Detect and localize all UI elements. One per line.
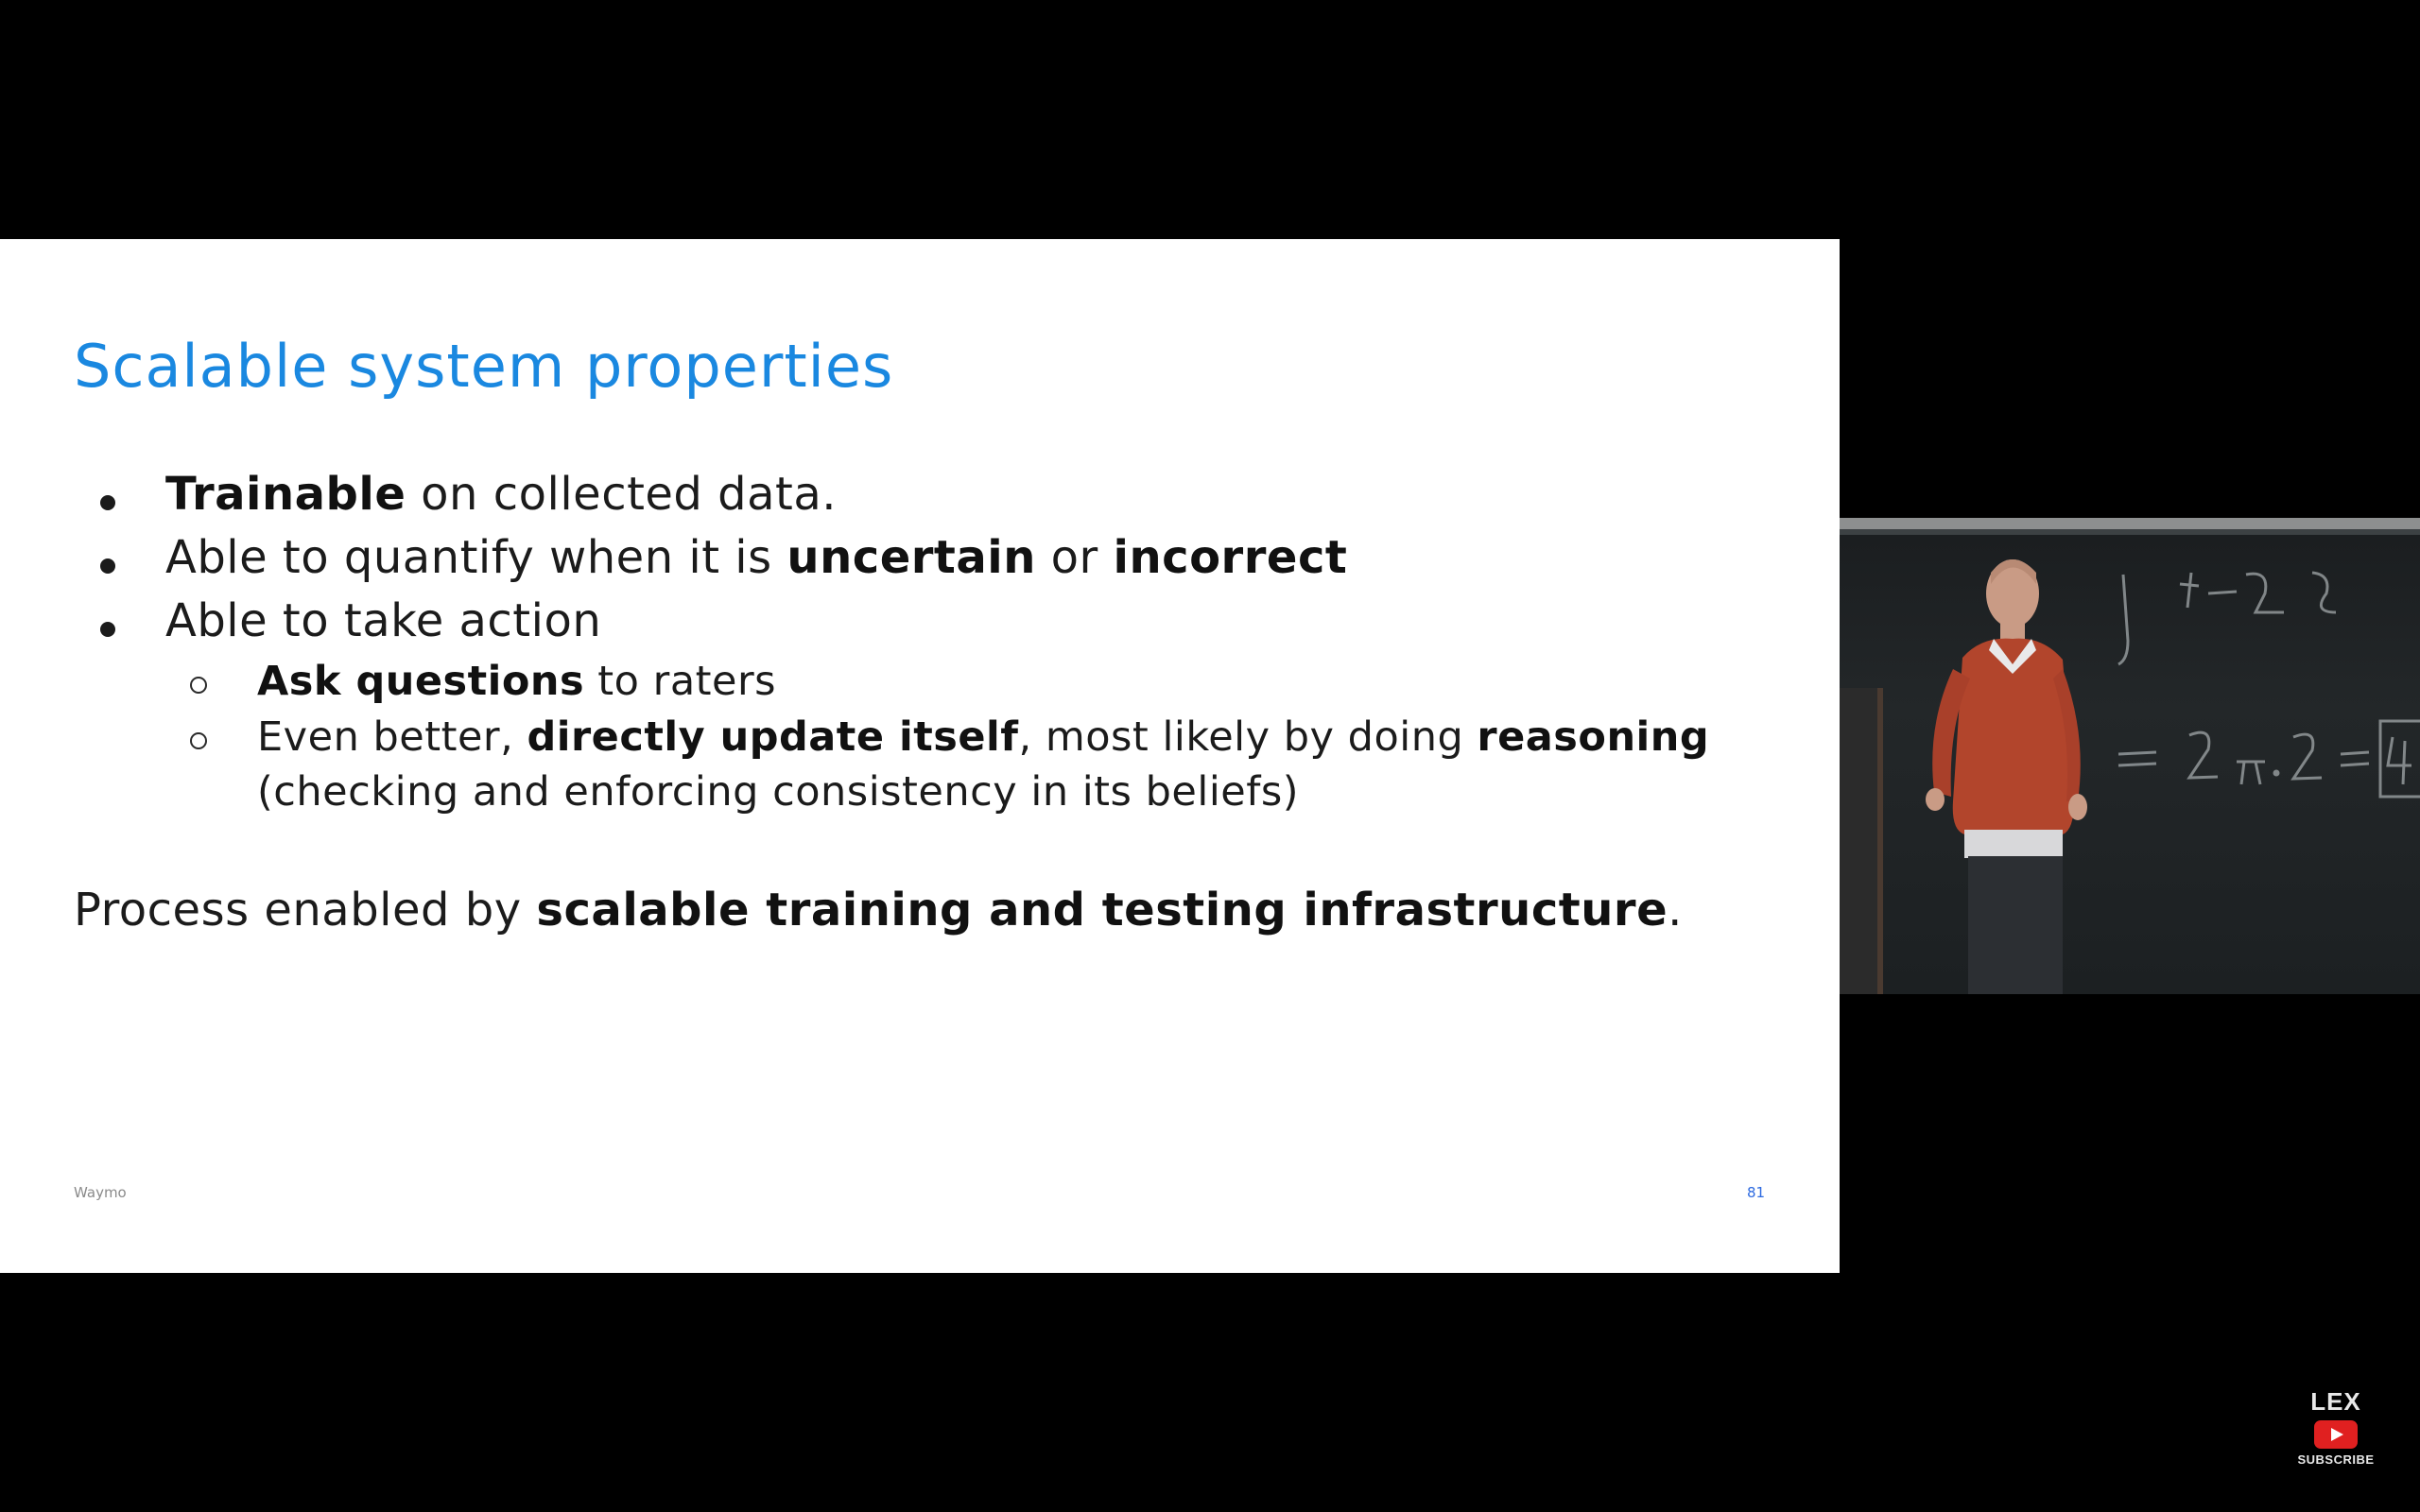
- bullet-icon: [100, 622, 115, 637]
- slide-title: Scalable system properties: [74, 332, 894, 401]
- lecturer-figure: [1926, 559, 2087, 994]
- sub-bullet-item: Even better, directly update itself, mos…: [257, 713, 1709, 761]
- process-bold: scalable training and testing infrastruc…: [536, 884, 1668, 936]
- bullet-icon: [100, 495, 115, 510]
- bullet-text: Able to take action: [165, 594, 602, 647]
- process-text: Process enabled by: [74, 884, 537, 936]
- sub-bullet-icon: [190, 732, 207, 749]
- youtube-play-icon: [2314, 1420, 2358, 1449]
- bullet-text: on collected data.: [406, 468, 838, 521]
- bullet-bold: Ask questions: [257, 658, 585, 705]
- sub-bullet-icon: [190, 677, 207, 694]
- bullet-text: , most likely by doing: [1018, 713, 1478, 761]
- sub-bullet-item: Ask questions to raters: [257, 658, 776, 705]
- slide-page-number: 81: [1747, 1184, 1766, 1201]
- bullet-bold: Trainable: [165, 468, 406, 521]
- video-frame: Scalable system properties Trainable on …: [0, 0, 2420, 1512]
- logo-text: LEX: [2310, 1387, 2361, 1416]
- bullet-text: Able to quantify when it is: [165, 531, 787, 584]
- process-text: .: [1668, 884, 1683, 936]
- bullet-icon: [100, 558, 115, 574]
- bullet-bold: incorrect: [1113, 531, 1348, 584]
- lecturer-video: [1840, 518, 2420, 994]
- sub-bullet-continuation: (checking and enforcing consistency in i…: [257, 768, 1300, 816]
- subscribe-label: SUBSCRIBE: [2297, 1452, 2375, 1467]
- bullet-item: Trainable on collected data.: [165, 468, 837, 521]
- bullet-item: Able to quantify when it is uncertain or…: [165, 531, 1347, 584]
- bullet-bold: directly update itself: [527, 713, 1019, 761]
- bullet-text: Even better,: [257, 713, 527, 761]
- bullet-text: or: [1035, 531, 1114, 584]
- channel-logo[interactable]: LEX SUBSCRIBE: [2293, 1387, 2378, 1472]
- bullet-text: to raters: [584, 658, 777, 705]
- bullet-bold: reasoning: [1477, 713, 1710, 761]
- presentation-slide: Scalable system properties Trainable on …: [0, 239, 1840, 1273]
- bullet-bold: uncertain: [786, 531, 1036, 584]
- slide-footer-brand: Waymo: [74, 1184, 127, 1201]
- process-statement: Process enabled by scalable training and…: [74, 884, 1683, 936]
- lecturer-video-icon: [1840, 559, 2420, 994]
- bullet-item: Able to take action: [165, 594, 601, 647]
